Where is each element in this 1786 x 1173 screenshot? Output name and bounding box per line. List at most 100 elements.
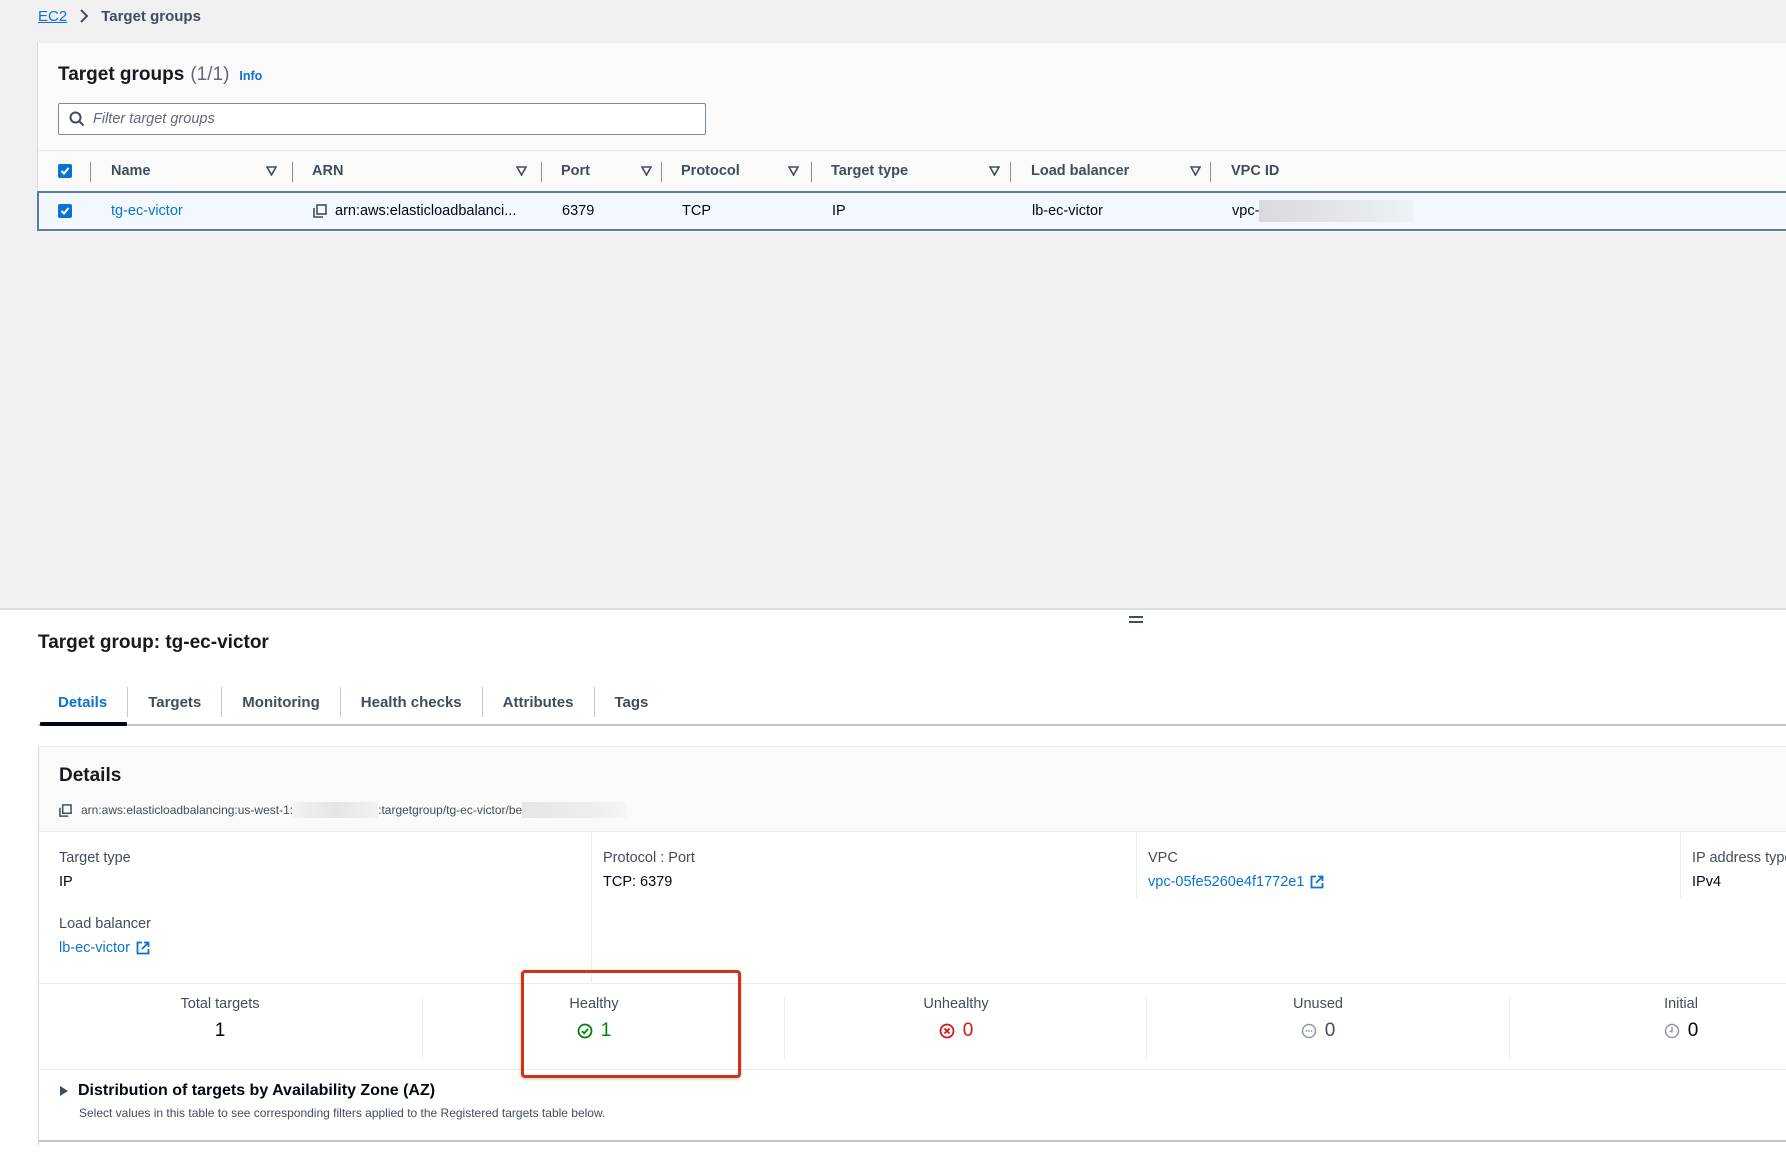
checkbox-checked-icon (58, 204, 72, 218)
status-initial-icon (1664, 1023, 1680, 1039)
column-label: Protocol (681, 163, 740, 179)
target-groups-count: (1/1) (190, 64, 230, 85)
target-group-detail-title: Target group: tg-ec-victor (38, 632, 269, 653)
vpc-field: VPC vpc-05fe5260e4f1772e1 (1148, 850, 1324, 890)
vpc-id-cell: vpc- (1232, 193, 1414, 229)
count-value: 0 (1301, 1020, 1336, 1042)
status-unused-icon (1301, 1023, 1317, 1039)
arn-prefix: arn:aws:elasticloadbalancing:us-west-1: (81, 803, 294, 817)
column-separator (591, 832, 592, 982)
column-separator (661, 162, 662, 182)
unused-value: 0 (1324, 1020, 1336, 1041)
column-header-vpc-id[interactable]: VPC ID (1231, 151, 1421, 191)
count-unhealthy[interactable]: Unhealthy 0 (856, 996, 1056, 1044)
table-header: Name ARN Port Protocol Target type Load … (38, 151, 1786, 191)
load-balancer-link[interactable]: lb-ec-victor (59, 940, 151, 956)
arn-cell: arn:aws:elasticloadbalanci... (313, 193, 516, 229)
redacted-block (293, 802, 379, 818)
target-group-name-link[interactable]: tg-ec-victor (111, 193, 183, 229)
external-link-icon (136, 941, 150, 955)
table-row[interactable]: tg-ec-victor arn:aws:elasticloadbalanci.… (37, 191, 1786, 231)
target-groups-header: Target groups (1/1) Info (58, 64, 262, 86)
protocol-cell: TCP (682, 203, 711, 219)
tab-details[interactable]: Details (38, 680, 128, 726)
protocol-port-label: Protocol : Port (603, 850, 695, 866)
column-label: Port (561, 163, 590, 179)
arn-middle: :targetgroup/tg-ec-victor/be (378, 803, 523, 817)
column-label: Load balancer (1031, 163, 1130, 179)
tab-targets[interactable]: Targets (128, 680, 221, 724)
target-type-value: IP (59, 874, 73, 890)
column-label: Target type (831, 163, 909, 179)
info-link[interactable]: Info (239, 69, 262, 83)
count-initial[interactable]: Initial 0 (1581, 996, 1781, 1044)
load-balancer-cell: lb-ec-victor (1032, 203, 1103, 219)
copy-icon[interactable] (59, 803, 72, 817)
arn-line: arn:aws:elasticloadbalancing:us-west-1: … (59, 802, 628, 818)
count-value: 1 (215, 1020, 226, 1042)
tab-monitoring[interactable]: Monitoring (222, 680, 339, 724)
sort-icon[interactable] (641, 166, 652, 176)
load-balancer-value: lb-ec-victor (59, 940, 130, 956)
column-header-load-balancer[interactable]: Load balancer (1031, 151, 1221, 191)
ip-address-type-label: IP address type (1692, 850, 1786, 866)
target-type-field: Target type IP (59, 850, 131, 890)
sort-icon[interactable] (788, 166, 799, 176)
az-distribution-toggle[interactable]: Distribution of targets by Availability … (59, 1082, 605, 1100)
count-label: Total targets (180, 996, 260, 1012)
select-all-checkbox[interactable] (58, 151, 72, 191)
details-title: Details (59, 765, 122, 786)
filter-input[interactable] (93, 111, 683, 127)
column-header-arn[interactable]: ARN (312, 151, 532, 191)
breadcrumb: EC2 Target groups (38, 6, 201, 26)
column-separator (292, 162, 293, 182)
card-divider (39, 1140, 1786, 1142)
column-header-name[interactable]: Name (111, 151, 286, 191)
target-groups-panel: Target groups (1/1) Info Name ARN Port (37, 42, 1786, 232)
sort-icon[interactable] (1190, 166, 1201, 176)
count-label: Unhealthy (923, 996, 989, 1012)
filter-target-groups[interactable] (58, 103, 706, 135)
annotation-highlight-box (521, 970, 741, 1078)
column-header-target-type[interactable]: Target type (831, 151, 1021, 191)
details-header: Details arn:aws:elasticloadbalancing:us-… (39, 746, 1786, 832)
column-separator (90, 162, 91, 182)
count-unused[interactable]: Unused 0 (1218, 996, 1418, 1044)
count-separator (1146, 997, 1147, 1059)
column-separator (1010, 162, 1011, 182)
column-label: ARN (312, 163, 344, 179)
initial-value: 0 (1687, 1020, 1699, 1041)
vpc-link[interactable]: vpc-05fe5260e4f1772e1 (1148, 874, 1324, 890)
column-separator (1210, 162, 1211, 182)
arn-value: arn:aws:elasticloadbalanci... (335, 203, 517, 219)
copy-icon[interactable] (313, 204, 327, 218)
ip-address-type-field: IP address type IPv4 (1692, 850, 1786, 890)
column-label: Name (111, 163, 151, 179)
breadcrumb-current: Target groups (101, 7, 201, 25)
sort-icon[interactable] (989, 166, 1000, 176)
breadcrumb-ec2-link[interactable]: EC2 (38, 8, 67, 25)
sort-icon[interactable] (266, 166, 277, 176)
column-header-protocol[interactable]: Protocol (681, 151, 811, 191)
checkbox-checked-icon (58, 164, 72, 178)
az-distribution-title: Distribution of targets by Availability … (78, 1082, 436, 1099)
redacted-block (1259, 200, 1414, 222)
count-label: Initial (1664, 996, 1698, 1012)
vpc-label: VPC (1148, 850, 1178, 866)
drag-handle-icon[interactable] (1129, 616, 1143, 626)
count-total-targets: Total targets 1 (120, 996, 320, 1042)
sort-icon[interactable] (516, 166, 527, 176)
count-value: 0 (1664, 1020, 1699, 1042)
vpc-id-value: vpc- (1232, 203, 1260, 219)
count-value: 0 (939, 1020, 973, 1042)
column-header-port[interactable]: Port (561, 151, 661, 191)
tab-tags[interactable]: Tags (595, 680, 669, 724)
target-groups-title: Target groups (58, 64, 185, 85)
az-distribution-description: Select values in this table to see corre… (79, 1106, 606, 1120)
tab-attributes[interactable]: Attributes (483, 680, 594, 724)
load-balancer-field: Load balancer lb-ec-victor (59, 916, 151, 956)
tab-health-checks[interactable]: Health checks (341, 680, 482, 724)
row-checkbox[interactable] (58, 193, 72, 229)
vpc-value: vpc-05fe5260e4f1772e1 (1148, 874, 1305, 890)
port-cell: 6379 (562, 203, 595, 219)
